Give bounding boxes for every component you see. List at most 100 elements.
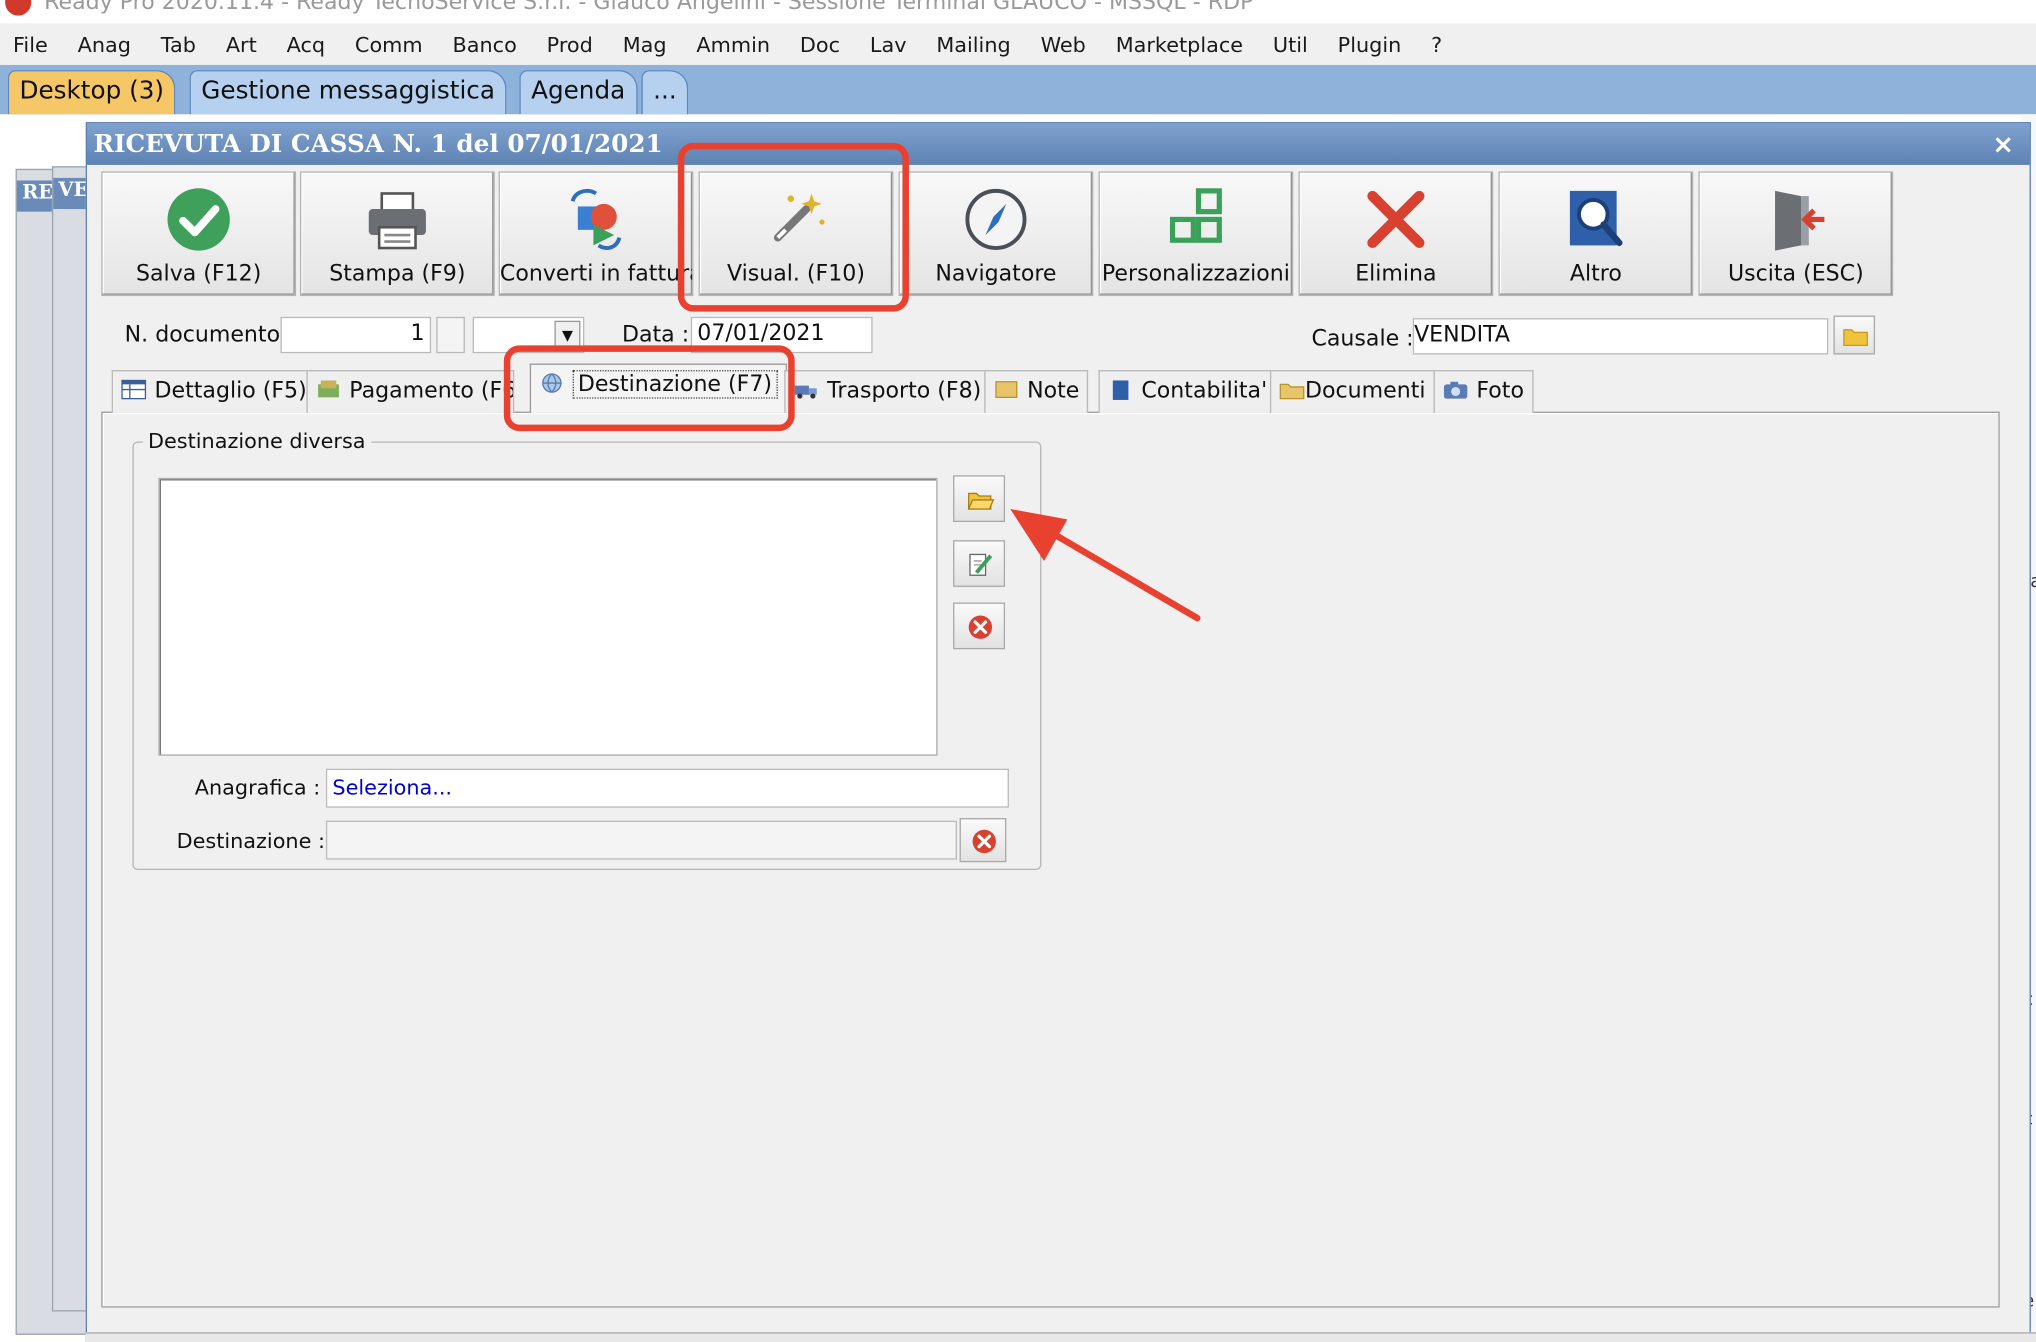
menu-marketplace[interactable]: Marketplace bbox=[1116, 32, 1243, 57]
camera-icon bbox=[1443, 381, 1468, 399]
doc-number-input[interactable]: 1 bbox=[280, 316, 432, 354]
tab-pagamento[interactable]: Pagamento (F6) bbox=[306, 370, 515, 413]
highlight-view-button bbox=[677, 142, 909, 312]
status-bar bbox=[85, 1332, 2036, 1342]
navigator-button[interactable]: Navigatore bbox=[898, 171, 1094, 297]
date-label: Data : bbox=[621, 322, 690, 348]
convert-icon bbox=[570, 188, 622, 250]
customizations-button-label: Personalizzazioni bbox=[1101, 260, 1290, 287]
other-button-label: Altro bbox=[1569, 260, 1622, 287]
tab-note[interactable]: Note bbox=[984, 370, 1089, 413]
menu-anag[interactable]: Anag bbox=[78, 32, 131, 57]
folder-icon bbox=[1843, 329, 1868, 347]
print-button[interactable]: Stampa (F9) bbox=[299, 171, 495, 297]
navigator-button-label: Navigatore bbox=[935, 260, 1057, 287]
doc-number-suffix-input[interactable] bbox=[436, 316, 465, 354]
select-destination-button[interactable] bbox=[953, 475, 1006, 522]
causale-label: Causale : bbox=[1311, 325, 1414, 352]
menu-prod[interactable]: Prod bbox=[547, 32, 593, 57]
causale-browse-button[interactable] bbox=[1833, 315, 1876, 355]
exit-button[interactable]: Uscita (ESC) bbox=[1698, 171, 1894, 297]
tab-gestione-messaggistica[interactable]: Gestione messaggistica bbox=[189, 70, 507, 115]
tab-foto-label: Foto bbox=[1476, 377, 1524, 404]
window-title: RICEVUTA DI CASSA N. 1 del 07/01/2021 bbox=[86, 123, 2030, 165]
menu-util[interactable]: Util bbox=[1273, 32, 1308, 57]
menu-plugin[interactable]: Plugin bbox=[1338, 32, 1402, 57]
tab-trasporto[interactable]: Trasporto (F8) bbox=[784, 370, 991, 413]
truck-icon bbox=[794, 385, 817, 399]
book-icon bbox=[1112, 380, 1129, 400]
tab-contabilita[interactable]: Contabilita' bbox=[1098, 370, 1277, 413]
tab-dettaglio[interactable]: Dettaglio (F5) bbox=[111, 370, 316, 413]
tab-agenda[interactable]: Agenda bbox=[519, 70, 637, 115]
menu-file[interactable]: File bbox=[13, 32, 48, 57]
app-logo-icon bbox=[5, 0, 32, 16]
destinazione-diversa-title: Destinazione diversa bbox=[142, 428, 371, 454]
tab-foto[interactable]: Foto bbox=[1433, 370, 1534, 413]
tab-contabilita-label: Contabilita' bbox=[1141, 377, 1268, 404]
menu-help[interactable]: ? bbox=[1431, 32, 1442, 57]
edit-destination-button[interactable] bbox=[953, 540, 1006, 587]
convert-invoice-button-label: Converti in fattura bbox=[499, 260, 693, 287]
edit-pencil-icon bbox=[969, 553, 993, 576]
menu-doc[interactable]: Doc bbox=[800, 32, 840, 57]
anagrafica-select-text[interactable]: Seleziona... bbox=[332, 775, 452, 800]
check-circle-icon bbox=[167, 188, 230, 251]
close-window-button[interactable]: × bbox=[1992, 129, 2014, 160]
workspace-tab-strip: Desktop (3) Gestione messaggistica Agend… bbox=[0, 64, 2036, 115]
save-button[interactable]: Salva (F12) bbox=[101, 171, 297, 297]
save-button-label: Salva (F12) bbox=[136, 260, 262, 287]
anagrafica-label: Anagrafica : bbox=[194, 775, 321, 800]
table-icon bbox=[121, 379, 147, 400]
menu-comm[interactable]: Comm bbox=[355, 32, 423, 57]
menu-tab[interactable]: Tab bbox=[161, 32, 196, 57]
delete-button-label: Elimina bbox=[1355, 260, 1437, 287]
convert-invoice-button[interactable]: Converti in fattura bbox=[498, 171, 694, 297]
causale-input[interactable]: VENDITA bbox=[1412, 318, 1829, 355]
destinazione-label: Destinazione : bbox=[176, 828, 325, 854]
tab-documenti[interactable]: Documenti bbox=[1269, 370, 1435, 413]
tab-more[interactable]: ... bbox=[641, 70, 689, 115]
tab-dettaglio-label: Dettaglio (F5) bbox=[154, 377, 307, 404]
anagrafica-select-link[interactable]: Seleziona... bbox=[325, 768, 1009, 808]
tab-documenti-label: Documenti bbox=[1304, 377, 1426, 404]
delete-x-icon bbox=[1367, 190, 1425, 249]
menu-mailing[interactable]: Mailing bbox=[936, 32, 1010, 57]
menu-art[interactable]: Art bbox=[226, 32, 257, 57]
menu-lav[interactable]: Lav bbox=[870, 32, 907, 57]
tab-trasporto-label: Trasporto (F8) bbox=[827, 377, 982, 404]
customizations-button[interactable]: Personalizzazioni bbox=[1098, 171, 1294, 297]
folder-documents-icon bbox=[1279, 383, 1305, 400]
grid-blocks-icon bbox=[1169, 188, 1222, 243]
destinazione-input[interactable] bbox=[325, 820, 957, 860]
menu-banco[interactable]: Banco bbox=[453, 32, 517, 57]
money-icon bbox=[318, 380, 339, 398]
folder-open-icon bbox=[967, 492, 995, 510]
clear-x-icon bbox=[968, 615, 993, 639]
tab-note-label: Note bbox=[1027, 377, 1080, 404]
other-button[interactable]: Altro bbox=[1498, 171, 1694, 297]
menu-acq[interactable]: Acq bbox=[287, 32, 325, 57]
exit-door-icon bbox=[1775, 190, 1825, 251]
clear-x-icon bbox=[972, 829, 996, 854]
destinazione-address-textarea[interactable] bbox=[158, 477, 938, 756]
doc-number-label: N. documento : bbox=[124, 322, 295, 348]
menu-web[interactable]: Web bbox=[1041, 32, 1086, 57]
clear-destinazione-field-button[interactable] bbox=[959, 818, 1007, 863]
annotation-arrow-icon bbox=[1010, 509, 1201, 622]
print-button-label: Stampa (F9) bbox=[329, 260, 466, 287]
app-title: Ready Pro 2020.11.4 - Ready TechoService… bbox=[44, 0, 1254, 16]
printer-icon bbox=[368, 192, 426, 250]
menu-ammin[interactable]: Ammin bbox=[696, 32, 770, 57]
tab-desktop[interactable]: Desktop (3) bbox=[7, 70, 176, 115]
exit-button-label: Uscita (ESC) bbox=[1727, 260, 1864, 287]
clear-destination-button[interactable] bbox=[953, 602, 1006, 650]
note-icon bbox=[995, 381, 1018, 398]
delete-button[interactable]: Elimina bbox=[1298, 171, 1494, 297]
tab-pagamento-label: Pagamento (F6) bbox=[349, 377, 515, 404]
highlight-destinazione-tab bbox=[503, 345, 795, 432]
magnifier-document-icon bbox=[1569, 190, 1623, 247]
menu-bar: File Anag Tab Art Acq Comm Banco Prod Ma… bbox=[0, 23, 2036, 65]
menu-mag[interactable]: Mag bbox=[623, 32, 667, 57]
compass-icon bbox=[965, 188, 1027, 250]
